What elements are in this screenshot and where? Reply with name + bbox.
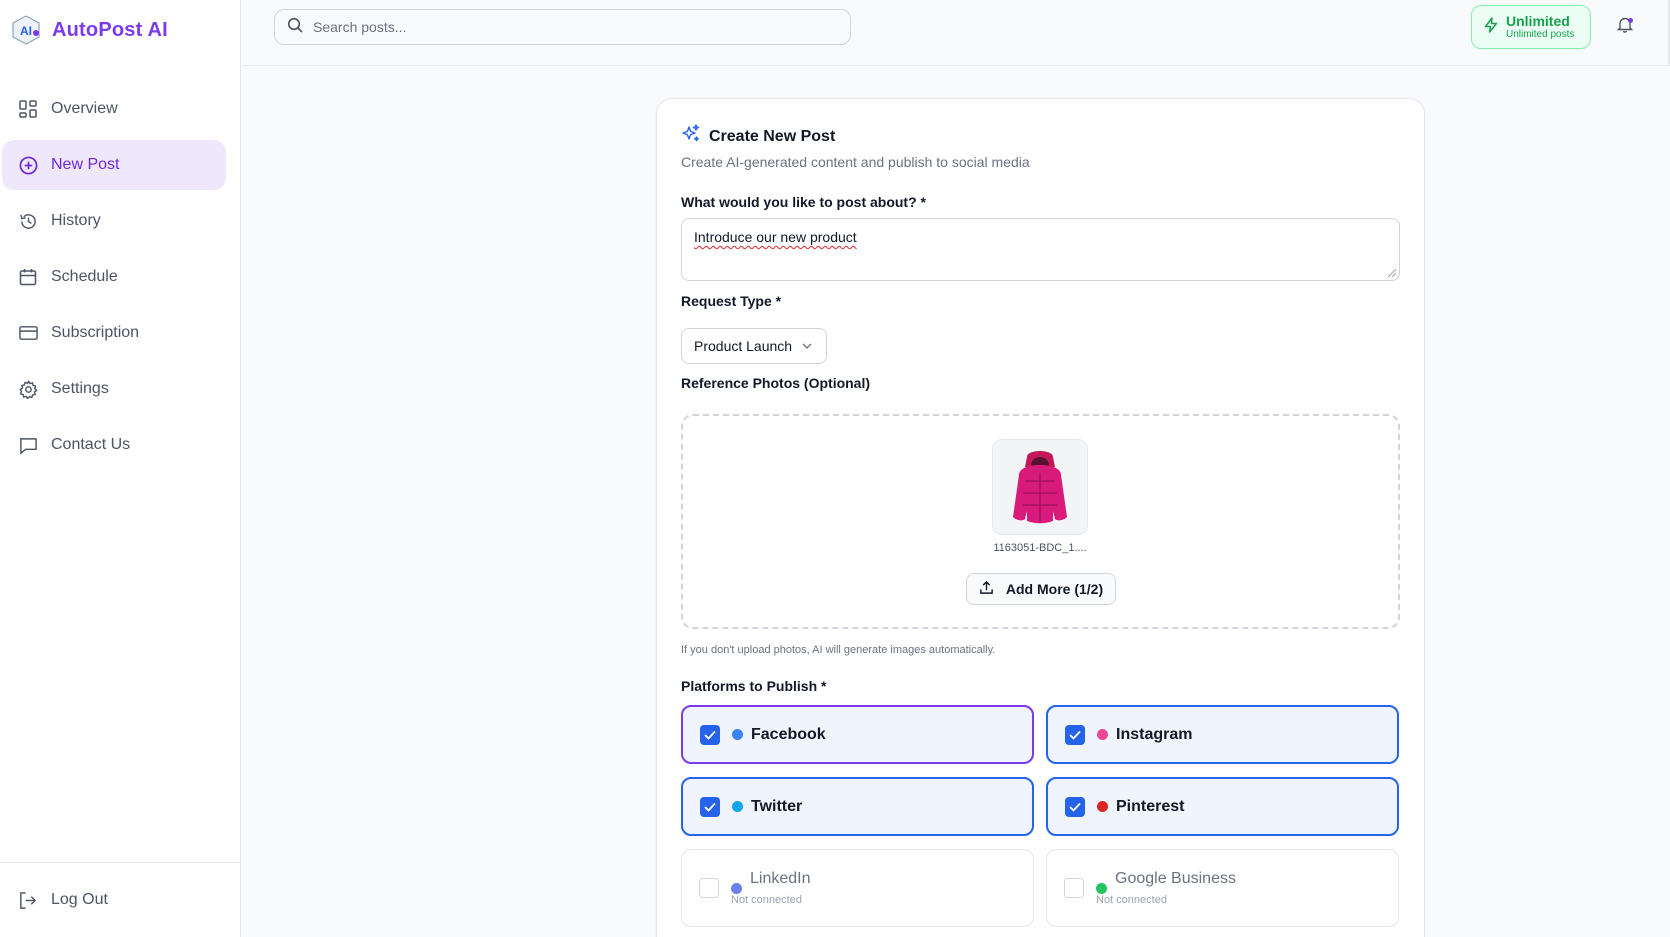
plan-badge[interactable]: Unlimited Unlimited posts xyxy=(1471,5,1591,49)
platform-name: Google Business xyxy=(1115,870,1236,888)
platform-pinterest[interactable]: Pinterest xyxy=(1046,777,1399,836)
plan-subtitle: Unlimited posts xyxy=(1506,29,1574,41)
add-more-label: Add More (1/2) xyxy=(1006,581,1103,597)
platform-facebook[interactable]: Facebook xyxy=(681,705,1034,764)
platforms-label: Platforms to Publish * xyxy=(681,678,826,694)
card-heading: Create New Post xyxy=(681,124,835,149)
svg-text:AI: AI xyxy=(20,24,32,38)
facebook-dot-icon xyxy=(732,729,743,740)
platform-linkedin[interactable]: LinkedIn Not connected xyxy=(681,849,1034,927)
sidebar-item-label: Subscription xyxy=(51,324,139,342)
platform-name: Facebook xyxy=(751,726,826,744)
sidebar-item-contact-us[interactable]: Contact Us xyxy=(2,420,226,470)
logout-button[interactable]: Log Out xyxy=(0,862,240,937)
top-header: Unlimited Unlimited posts xyxy=(242,0,1670,66)
page-title: Create New Post xyxy=(709,128,835,146)
topic-label: What would you like to post about? * xyxy=(681,194,926,210)
checkbox-checked[interactable] xyxy=(700,797,720,817)
platform-instagram[interactable]: Instagram xyxy=(1046,705,1399,764)
sidebar-item-overview[interactable]: Overview xyxy=(2,84,226,134)
history-icon xyxy=(18,211,38,231)
platform-name: Instagram xyxy=(1116,726,1192,744)
platform-name: Twitter xyxy=(751,798,802,816)
logout-icon xyxy=(18,890,38,910)
checkbox-unchecked[interactable] xyxy=(1064,878,1084,898)
platform-status: Not connected xyxy=(1096,894,1236,906)
checkbox-checked[interactable] xyxy=(700,725,720,745)
sidebar-item-new-post[interactable]: New Post xyxy=(2,140,226,190)
message-icon xyxy=(18,435,38,455)
brand[interactable]: AI AutoPost AI xyxy=(10,13,168,47)
pink-jacket-image xyxy=(1005,445,1075,529)
platform-status: Not connected xyxy=(731,894,811,906)
linkedin-dot-icon xyxy=(731,883,742,894)
photo-thumbnail[interactable] xyxy=(992,439,1088,535)
app-logo-icon: AI xyxy=(10,14,42,46)
photo-dropzone[interactable]: 1163051-BDC_1.... Add More (1/2) xyxy=(681,414,1400,629)
sidebar-item-history[interactable]: History xyxy=(2,196,226,246)
logout-label: Log Out xyxy=(51,891,108,909)
plus-circle-icon xyxy=(18,155,38,175)
credit-card-icon xyxy=(18,323,38,343)
notification-dot xyxy=(1628,18,1633,23)
search-icon xyxy=(287,17,303,38)
platform-name: Pinterest xyxy=(1116,798,1184,816)
chevron-down-icon xyxy=(802,343,812,349)
sidebar-item-settings[interactable]: Settings xyxy=(2,364,226,414)
request-type-select[interactable]: Product Launch xyxy=(681,328,827,364)
sidebar-item-label: Settings xyxy=(51,380,109,398)
sidebar-item-label: Schedule xyxy=(51,268,118,286)
photos-label: Reference Photos (Optional) xyxy=(681,375,870,391)
topic-textarea[interactable]: Introduce our new product xyxy=(681,218,1400,281)
sparkles-icon xyxy=(681,124,701,149)
resize-handle-icon[interactable] xyxy=(1388,269,1396,277)
upload-icon xyxy=(979,580,994,598)
request-type-label: Request Type * xyxy=(681,293,781,309)
sidebar-item-label: New Post xyxy=(51,156,119,174)
sidebar: AI AutoPost AI Overview New Post History xyxy=(0,0,241,937)
platform-google-business[interactable]: Google Business Not connected xyxy=(1046,849,1399,927)
sidebar-item-label: History xyxy=(51,212,101,230)
lightning-icon xyxy=(1484,17,1498,38)
page-subtitle: Create AI-generated content and publish … xyxy=(681,154,1030,170)
photos-hint: If you don't upload photos, AI will gene… xyxy=(681,644,995,656)
twitter-dot-icon xyxy=(732,801,743,812)
create-post-card: Create New Post Create AI-generated cont… xyxy=(656,98,1425,937)
request-type-value: Product Launch xyxy=(694,338,792,354)
grid-icon xyxy=(18,99,38,119)
plan-title: Unlimited xyxy=(1506,13,1574,29)
photo-filename: 1163051-BDC_1.... xyxy=(973,542,1107,554)
google-business-dot-icon xyxy=(1096,883,1107,894)
notifications-button[interactable] xyxy=(1612,14,1638,40)
topic-text: Introduce our new product xyxy=(694,229,857,245)
pinterest-dot-icon xyxy=(1097,801,1108,812)
sidebar-item-label: Overview xyxy=(51,100,118,118)
calendar-icon xyxy=(18,267,38,287)
search-input[interactable] xyxy=(313,19,833,35)
sidebar-nav: Overview New Post History Schedule Subsc… xyxy=(2,84,226,476)
sidebar-item-subscription[interactable]: Subscription xyxy=(2,308,226,358)
platform-name: LinkedIn xyxy=(750,870,811,888)
sidebar-item-schedule[interactable]: Schedule xyxy=(2,252,226,302)
add-more-button[interactable]: Add More (1/2) xyxy=(966,573,1116,605)
platform-twitter[interactable]: Twitter xyxy=(681,777,1034,836)
app-name: AutoPost AI xyxy=(52,19,168,42)
checkbox-unchecked[interactable] xyxy=(699,878,719,898)
search-bar[interactable] xyxy=(274,9,851,45)
checkbox-checked[interactable] xyxy=(1065,797,1085,817)
checkbox-checked[interactable] xyxy=(1065,725,1085,745)
gear-icon xyxy=(18,379,38,399)
sidebar-item-label: Contact Us xyxy=(51,436,130,454)
instagram-dot-icon xyxy=(1097,729,1108,740)
